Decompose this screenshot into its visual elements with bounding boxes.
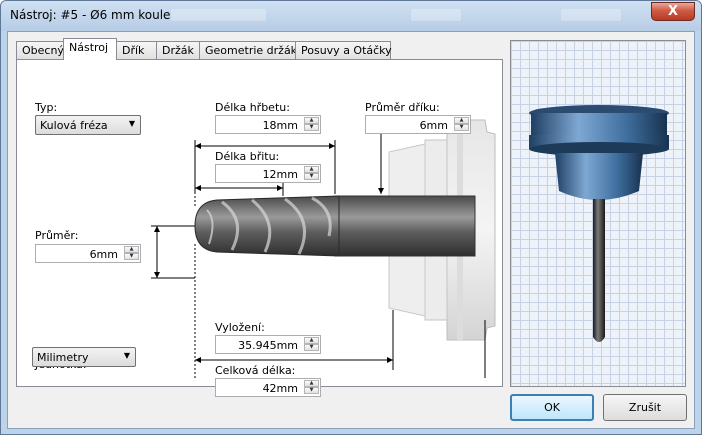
dialog-window: Nástroj: #5 - Ø6 mm koule X Obecný Nástr… [0, 0, 702, 435]
down-arrow-icon[interactable]: ▼ [304, 124, 319, 131]
tab-drik[interactable]: Dřík [116, 41, 157, 59]
prumer-driku-spinner[interactable]: 6mm ▲ ▼ [365, 115, 471, 134]
title-bar[interactable]: Nástroj: #5 - Ø6 mm koule X [1, 1, 701, 31]
celkova-delka-spinner[interactable]: 42mm ▲ ▼ [215, 378, 321, 397]
background-glare [171, 9, 266, 21]
background-glare [411, 9, 461, 21]
vylozeni-label: Vyložení: [215, 321, 265, 334]
spin-arrows[interactable]: ▲ ▼ [124, 246, 139, 261]
up-arrow-icon[interactable]: ▲ [304, 117, 319, 124]
prumer-value: 6mm [89, 248, 118, 261]
background-glare [561, 9, 621, 21]
spin-arrows[interactable]: ▲ ▼ [304, 380, 319, 395]
delka-hrbetu-label: Délka hřbetu: [215, 101, 290, 114]
window-title: Nástroj: #5 - Ø6 mm koule [10, 8, 171, 22]
jednotka-value: Milimetry [37, 351, 89, 364]
up-arrow-icon[interactable]: ▲ [304, 166, 319, 173]
up-arrow-icon[interactable]: ▲ [124, 246, 139, 253]
tool-3d-render [529, 105, 669, 342]
spin-arrows[interactable]: ▲ ▼ [304, 117, 319, 132]
down-arrow-icon[interactable]: ▼ [304, 344, 319, 351]
tool-preview-3d [510, 40, 686, 387]
tab-obecny[interactable]: Obecný [16, 41, 64, 59]
prumer-driku-value: 6mm [419, 119, 448, 132]
close-icon: X [667, 4, 679, 19]
delka-hrbetu-value: 18mm [262, 119, 298, 132]
prumer-driku-label: Průměr dříku: [365, 101, 440, 114]
typ-value: Kulová fréza [40, 119, 108, 132]
chevron-down-icon: ▼ [123, 351, 130, 360]
spin-arrows[interactable]: ▲ ▼ [304, 166, 319, 181]
delka-britu-value: 12mm [262, 168, 298, 181]
vylozeni-value: 35.945mm [238, 339, 298, 352]
prumer-spinner[interactable]: 6mm ▲ ▼ [35, 244, 141, 263]
spin-arrows[interactable]: ▲ ▼ [304, 337, 319, 352]
typ-combobox[interactable]: Kulová fréza ▼ [35, 115, 141, 135]
down-arrow-icon[interactable]: ▼ [304, 173, 319, 180]
tab-nastroj[interactable]: Nástroj [63, 38, 117, 60]
tab-posuvy-a-otacky[interactable]: Posuvy a Otáčky [295, 41, 392, 59]
chevron-down-icon: ▼ [128, 119, 135, 128]
celkova-delka-label: Celková délka: [215, 364, 296, 377]
tool-panel: Typ: Kulová fréza ▼ Délka hřbetu: 18mm ▲… [16, 59, 503, 397]
down-arrow-icon[interactable]: ▼ [304, 387, 319, 394]
up-arrow-icon[interactable]: ▲ [304, 337, 319, 344]
dialog-client: Obecný Nástroj Dřík Držák Geometrie držá… [7, 31, 695, 429]
cancel-button[interactable]: Zrušit [603, 394, 687, 421]
down-arrow-icon[interactable]: ▼ [454, 124, 469, 131]
typ-label: Typ: [35, 101, 58, 114]
down-arrow-icon[interactable]: ▼ [124, 253, 139, 260]
vylozeni-spinner[interactable]: 35.945mm ▲ ▼ [215, 335, 321, 354]
delka-britu-label: Délka břitu: [215, 150, 280, 163]
up-arrow-icon[interactable]: ▲ [304, 380, 319, 387]
spin-arrows[interactable]: ▲ ▼ [454, 117, 469, 132]
ok-button[interactable]: OK [510, 394, 594, 421]
prumer-label: Průměr: [35, 229, 79, 242]
jednotka-combobox[interactable]: Milimetry ▼ [32, 347, 136, 367]
delka-hrbetu-spinner[interactable]: 18mm ▲ ▼ [215, 115, 321, 134]
tab-geometrie-drzaku[interactable]: Geometrie držáku [199, 41, 304, 59]
up-arrow-icon[interactable]: ▲ [454, 117, 469, 124]
delka-britu-spinner[interactable]: 12mm ▲ ▼ [215, 164, 321, 183]
celkova-delka-value: 42mm [262, 382, 298, 395]
close-button[interactable]: X [651, 2, 695, 21]
tab-drzak[interactable]: Držák [156, 41, 200, 59]
